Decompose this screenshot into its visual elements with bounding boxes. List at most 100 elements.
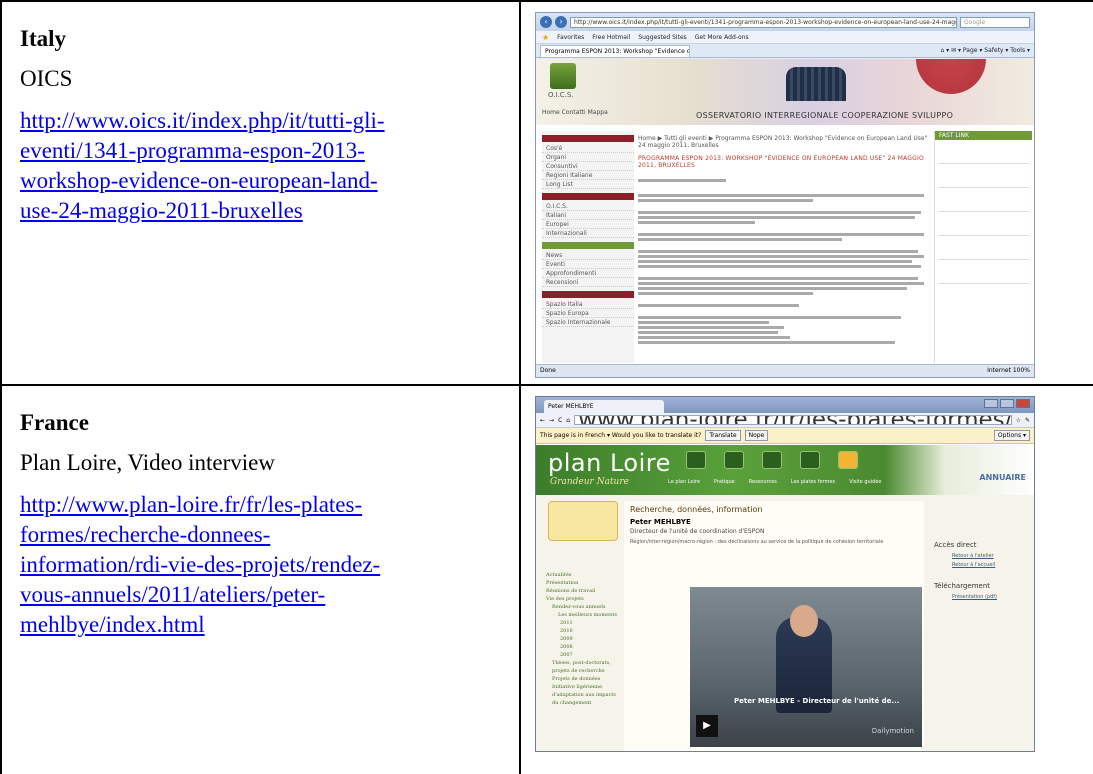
fast-link-item [938,238,1029,260]
link-line[interactable]: http://www.oics.it/index.php/it/tutti-gl… [20,106,501,136]
nav-item: News [542,251,634,260]
link-line[interactable]: mehlbye/index.html [20,610,501,640]
france-screenshot-cell: Peter MEHLBYE ← → C ⌂ www.plan-loire.fr/… [519,384,1093,774]
menu-label: Le plan Loire [668,479,700,485]
text-line [638,194,925,197]
fast-link-header: FAST LINK [935,131,1032,140]
video-brand: Dailymotion [871,727,914,735]
link-line[interactable]: formes/recherche-donnees- [20,520,501,550]
minimize-icon [984,399,998,408]
menu-label: Pratique [713,479,735,485]
left-menu-item: Présentation [546,580,579,586]
text-line [638,260,913,263]
chrome-tab: Peter MEHLBYE [544,400,664,413]
text-line [638,265,922,268]
fast-link-item [938,262,1029,284]
text-line [638,282,925,285]
home-links: Home Contatti Mappa [542,109,608,116]
ie-browser-screenshot: ‹ › http://www.oics.it/index.php/it/tutt… [535,12,1035,378]
article-title: PROGRAMMA ESPON 2013: WORKSHOP "EVIDENCE… [638,155,924,169]
nav-item: Eventi [542,260,634,269]
link-line[interactable]: use-24-maggio-2011-bruxelles [20,196,501,226]
nav-item: Recensioni [542,278,634,287]
breadcrumb: Home ▶ Tutti gli eventi ▶ Programma ESPO… [638,135,928,149]
nav-item: Spazio Internazionale [542,318,634,327]
search-panel [548,501,618,541]
france-text-cell: France Plan Loire, Video interview http:… [0,384,521,774]
pencil-icon [724,451,744,469]
acces-direct-heading: Accès direct [934,541,977,549]
fast-link-item [938,166,1029,188]
text-line [638,277,919,280]
ie-favorites-bar: ★ Favorites Free Hotmail Suggested Sites… [536,31,1034,44]
forward-icon: → [549,416,555,424]
link-line[interactable]: http://www.plan-loire.fr/fr/les-plates- [20,490,501,520]
menu-icons [686,451,858,469]
plan-loire-left-menu: Actualités Présentation Réunions de trav… [546,571,618,707]
nav-item: Regioni Italiane [542,171,634,180]
section-title: Recherche, données, information [630,505,763,514]
options-button: Options ▾ [993,430,1030,441]
plan-loire-sidebar: Accès direct Retour à l'atelier Retour à… [928,501,1032,751]
menu-labels: Le plan Loire Pratique Ressources Les pl… [668,479,881,485]
window-buttons [984,399,1030,408]
translate-text: This page is in French ▾ Would you like … [540,432,702,439]
document-table: Italy OICS http://www.oics.it/index.php/… [0,0,1093,774]
person-role: Directeur de l'unité de coordination d'E… [630,528,765,535]
plan-loire-header: plan Loire Grandeur Nature Le plan Loire… [536,445,1034,495]
fast-link-item [938,190,1029,212]
text-line [638,341,895,344]
text-line [638,216,916,219]
left-menu-item: 2010 [560,628,573,634]
left-menu-item: 2007 [560,652,573,658]
link-line[interactable]: eventi/1341-programma-espon-2013- [20,136,501,166]
video-caption: Peter MEHLBYE - Directeur de l'unité de.… [734,697,900,705]
ie-status-bar: Done Internet 100% [536,364,1034,377]
reload-icon: C [558,416,563,424]
chrome-tab-bar: Peter MEHLBYE [536,397,1034,413]
nav-item: Long List [542,180,634,189]
source-link[interactable]: http://www.plan-loire.fr/fr/les-plates- … [20,490,501,640]
red-shape [916,59,986,105]
link-line[interactable]: information/rdi-vie-des-projets/rendez- [20,550,501,580]
italy-screenshot-cell: ‹ › http://www.oics.it/index.php/it/tutt… [519,0,1093,386]
ie-url: http://www.oics.it/index.php/it/tutti-gl… [570,16,957,28]
book-icon [800,451,820,469]
nav-item: Cos'è [542,144,634,153]
text-line [638,316,901,319]
fav-item: Free Hotmail [592,33,631,41]
link-line[interactable]: vous-annuels/2011/ateliers/peter- [20,580,501,610]
nav-header [542,242,634,249]
oics-fast-links: FAST LINK [934,131,1032,363]
text-line [638,292,814,295]
text-line [638,233,925,236]
text-line [638,287,907,290]
nav-item: Internazionali [542,229,634,238]
star-icon: ☆ [1015,416,1021,424]
plan-loire-tagline: Grandeur Nature [550,477,629,487]
text-line [638,304,799,307]
link-line[interactable]: workshop-evidence-on-european-land- [20,166,501,196]
fast-link-item [938,142,1029,164]
source-link[interactable]: http://www.oics.it/index.php/it/tutti-gl… [20,106,501,226]
text-line [638,336,790,339]
sidebar-link: Retour à l'atelier [952,553,994,559]
chrome-omnibox-row: ← → C ⌂ www.plan-loire.fr/fr/les-plates-… [536,413,1034,428]
left-menu-item: Projets de données [552,676,601,682]
nav-item: Consuntivi [542,162,634,171]
organisation-label: OICS [20,66,73,91]
left-menu-item: Les meilleurs moments [558,612,617,618]
text-line [638,179,726,182]
left-menu-item: Réunions de travail [546,588,596,594]
text-line [638,321,770,324]
text-line [638,255,925,258]
site-header: OSSERVATORIO INTERREGIONALE COOPERAZIONE… [696,111,954,120]
oics-logo-icon [550,63,576,89]
organisation-label: Plan Loire, Video interview [20,450,275,475]
text-line [638,331,779,334]
chat-icon [686,451,706,469]
annuaire-label: ANNUAIRE [979,473,1026,482]
text-line [638,211,922,214]
oics-page: O.I.C.S. Home Contatti Mappa OSSERVATORI… [536,59,1034,365]
people-graphic [786,67,846,101]
